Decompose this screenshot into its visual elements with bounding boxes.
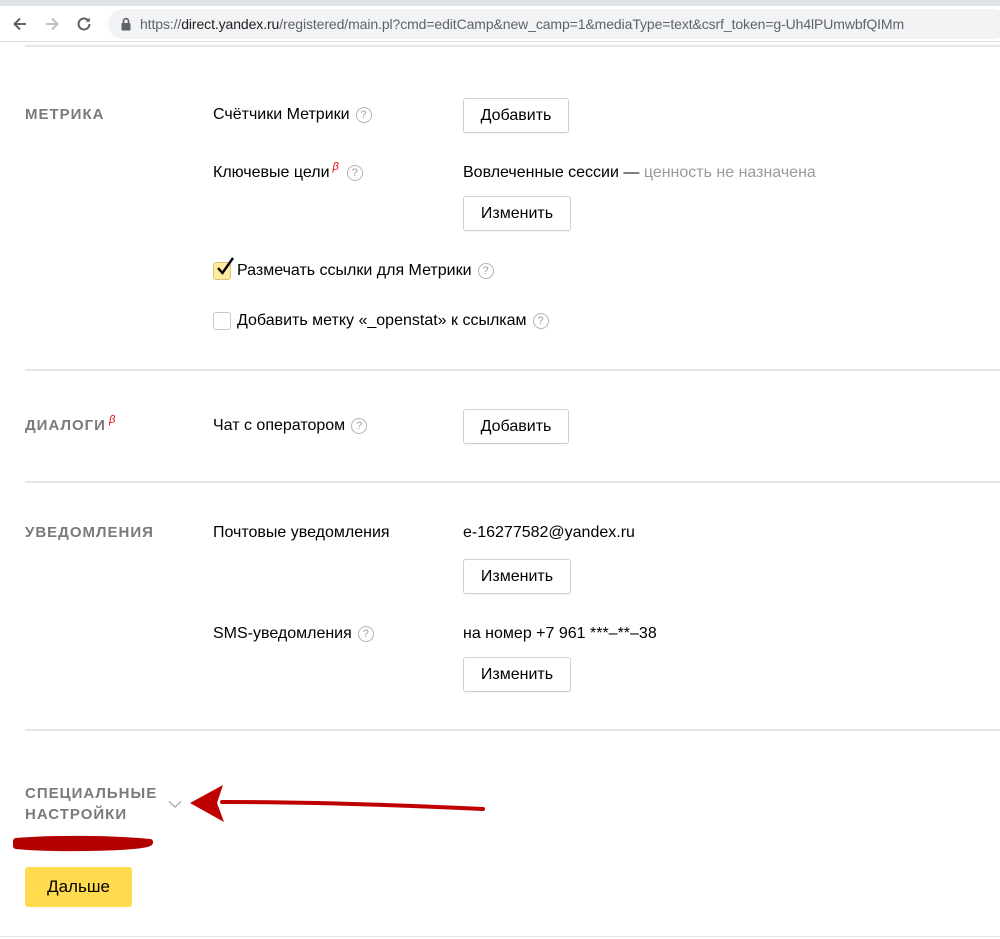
section-divider [25, 369, 1000, 371]
section-divider [25, 481, 1000, 483]
chevron-down-icon[interactable] [168, 800, 182, 809]
special-settings-title-line1: СПЕЦИАЛЬНЫЕ [25, 785, 158, 802]
annotation-arrowhead [190, 785, 224, 822]
help-icon[interactable]: ? [357, 626, 374, 642]
openstat-label: Добавить метку «_openstat» к ссылкам? [237, 311, 549, 331]
add-counter-button[interactable]: Добавить [463, 98, 569, 133]
openstat-checkbox[interactable] [213, 312, 231, 330]
reload-button[interactable] [70, 10, 98, 38]
section-title-dialogs: ДИАЛОГИ β [25, 414, 116, 434]
arrow-right-icon [46, 17, 59, 31]
add-chat-button[interactable]: Добавить [463, 409, 569, 444]
sms-value: на номер +7 961 ***–**–38 [463, 625, 657, 642]
help-icon[interactable]: ? [355, 107, 372, 123]
beta-badge: β [108, 414, 116, 426]
special-settings-title-line2: НАСТРОЙКИ [25, 806, 128, 823]
metrika-counters-label: Счётчики Метрики? [213, 105, 372, 125]
help-icon[interactable]: ? [346, 165, 363, 181]
reload-icon [77, 17, 91, 31]
mark-links-checkbox[interactable] [213, 257, 234, 280]
checkmark-icon [217, 257, 234, 275]
next-button[interactable]: Дальше [25, 867, 132, 907]
special-settings-toggle[interactable]: СПЕЦИАЛЬНЫЕ НАСТРОЙКИ [25, 783, 157, 825]
email-notifications-label: Почтовые уведомления [213, 524, 390, 541]
change-goals-button[interactable]: Изменить [463, 196, 571, 231]
help-icon[interactable]: ? [351, 418, 368, 434]
address-bar[interactable]: https://direct.yandex.ru/registered/main… [108, 9, 1000, 39]
sms-notifications-label: SMS-уведомления? [213, 624, 374, 644]
forward-button[interactable] [38, 10, 66, 38]
change-email-button[interactable]: Изменить [463, 559, 571, 594]
annotation-underline [13, 835, 154, 852]
key-goals-value: Вовлеченные сессии — ценность не назначе… [463, 164, 816, 181]
beta-badge: β [332, 161, 339, 173]
email-value: e-16277582@yandex.ru [463, 524, 635, 541]
browser-toolbar: https://direct.yandex.ru/registered/main… [0, 6, 1000, 42]
lock-icon [121, 17, 131, 31]
url-text: https://direct.yandex.ru/registered/main… [140, 16, 905, 32]
chat-operator-label: Чат с оператором? [213, 416, 368, 436]
help-icon[interactable]: ? [532, 313, 549, 329]
help-icon[interactable]: ? [477, 263, 494, 279]
section-title-metrika: МЕТРИКА [25, 106, 105, 123]
key-goals-label: Ключевые цели β? [213, 161, 363, 184]
change-sms-button[interactable]: Изменить [463, 657, 571, 692]
annotation-arrow [220, 800, 485, 811]
section-title-notifications: УВЕДОМЛЕНИЯ [25, 524, 154, 541]
section-divider [25, 729, 1000, 731]
section-divider [25, 45, 1000, 47]
arrow-left-icon [13, 17, 26, 31]
back-button[interactable] [6, 10, 34, 38]
page-bottom-border [0, 936, 1000, 937]
mark-links-label: Размечать ссылки для Метрики? [237, 261, 494, 281]
